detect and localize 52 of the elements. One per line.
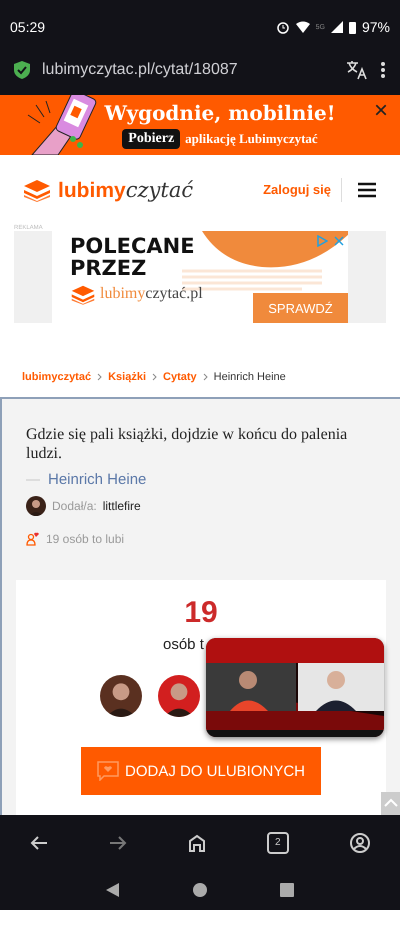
added-by-label: Dodał/a: — [52, 499, 97, 513]
user-avatar — [26, 496, 46, 516]
download-button[interactable]: Pobierz — [122, 129, 180, 149]
person-heart-icon — [26, 532, 40, 546]
banner-title: Wygodnie, mobilnie! — [104, 101, 336, 125]
battery-icon — [348, 20, 356, 34]
user-avatar — [158, 675, 200, 717]
forward-arrow-icon[interactable] — [109, 834, 128, 850]
chat-heart-icon — [96, 761, 119, 781]
close-button[interactable]: × — [374, 97, 388, 125]
back-arrow-icon[interactable] — [30, 834, 48, 850]
chevron-icon — [97, 373, 102, 381]
chevron-icon — [202, 373, 208, 381]
battery-percent: 97% — [362, 19, 390, 35]
chevron-icon — [152, 373, 158, 381]
banner-subtitle: aplikację Lubimyczytać — [185, 131, 318, 147]
breadcrumb-link[interactable]: lubimyczytać — [22, 371, 92, 383]
tabs-button[interactable]: 2 — [266, 832, 289, 854]
translate-icon[interactable] — [346, 60, 368, 80]
ad-brand: lubimyczytać.pl — [100, 285, 203, 304]
ad-headline: POLECANE — [70, 235, 195, 257]
ad-close-icon[interactable] — [334, 236, 344, 246]
shield-check-icon — [14, 61, 30, 79]
menu-icon[interactable] — [356, 182, 378, 198]
home-icon[interactable] — [188, 834, 206, 852]
account-icon[interactable] — [350, 832, 370, 852]
more-menu-icon[interactable] — [380, 61, 386, 79]
user-avatar — [100, 675, 142, 717]
username-link[interactable]: littlefire — [102, 499, 141, 513]
author-link[interactable]: Heinrich Heine — [48, 471, 146, 488]
likes-number: 19 — [184, 596, 218, 630]
login-link[interactable]: Zaloguj się — [263, 178, 342, 202]
recents-square-icon[interactable] — [280, 883, 294, 897]
chevron-up-icon — [384, 798, 398, 808]
likes-count: 19 osób to lubi — [46, 532, 124, 546]
quote-text: Gdzie się pali książki, dojdzie w końcu do palenia ludzi. — [26, 425, 348, 463]
wifi-icon — [296, 21, 310, 33]
current-page-label: Heinrich Heine — [214, 371, 286, 383]
clock-time: 05:29 — [10, 19, 46, 35]
breadcrumb-link[interactable]: Cytaty — [163, 371, 197, 383]
signal-icon — [330, 21, 343, 33]
back-triangle-icon[interactable] — [106, 883, 120, 897]
alarm-icon — [276, 20, 290, 34]
likes-caption: osób t — [163, 636, 204, 653]
ad-banner[interactable]: POLECANE PRZEZ lubimyczytać.pl SPRAWDŹ — [52, 231, 348, 323]
stacked-books-icon — [70, 284, 96, 305]
stacked-books-logo-icon — [22, 178, 52, 202]
add-to-favorites-button[interactable]: DODAJ DO ULUBIONYCH — [81, 747, 321, 795]
home-circle-icon[interactable] — [192, 883, 207, 897]
site-logo[interactable]: lubimyczytać — [58, 178, 258, 202]
ad-headline: PRZEZ — [70, 257, 146, 279]
breadcrumb-link[interactable]: Książki — [108, 371, 146, 383]
